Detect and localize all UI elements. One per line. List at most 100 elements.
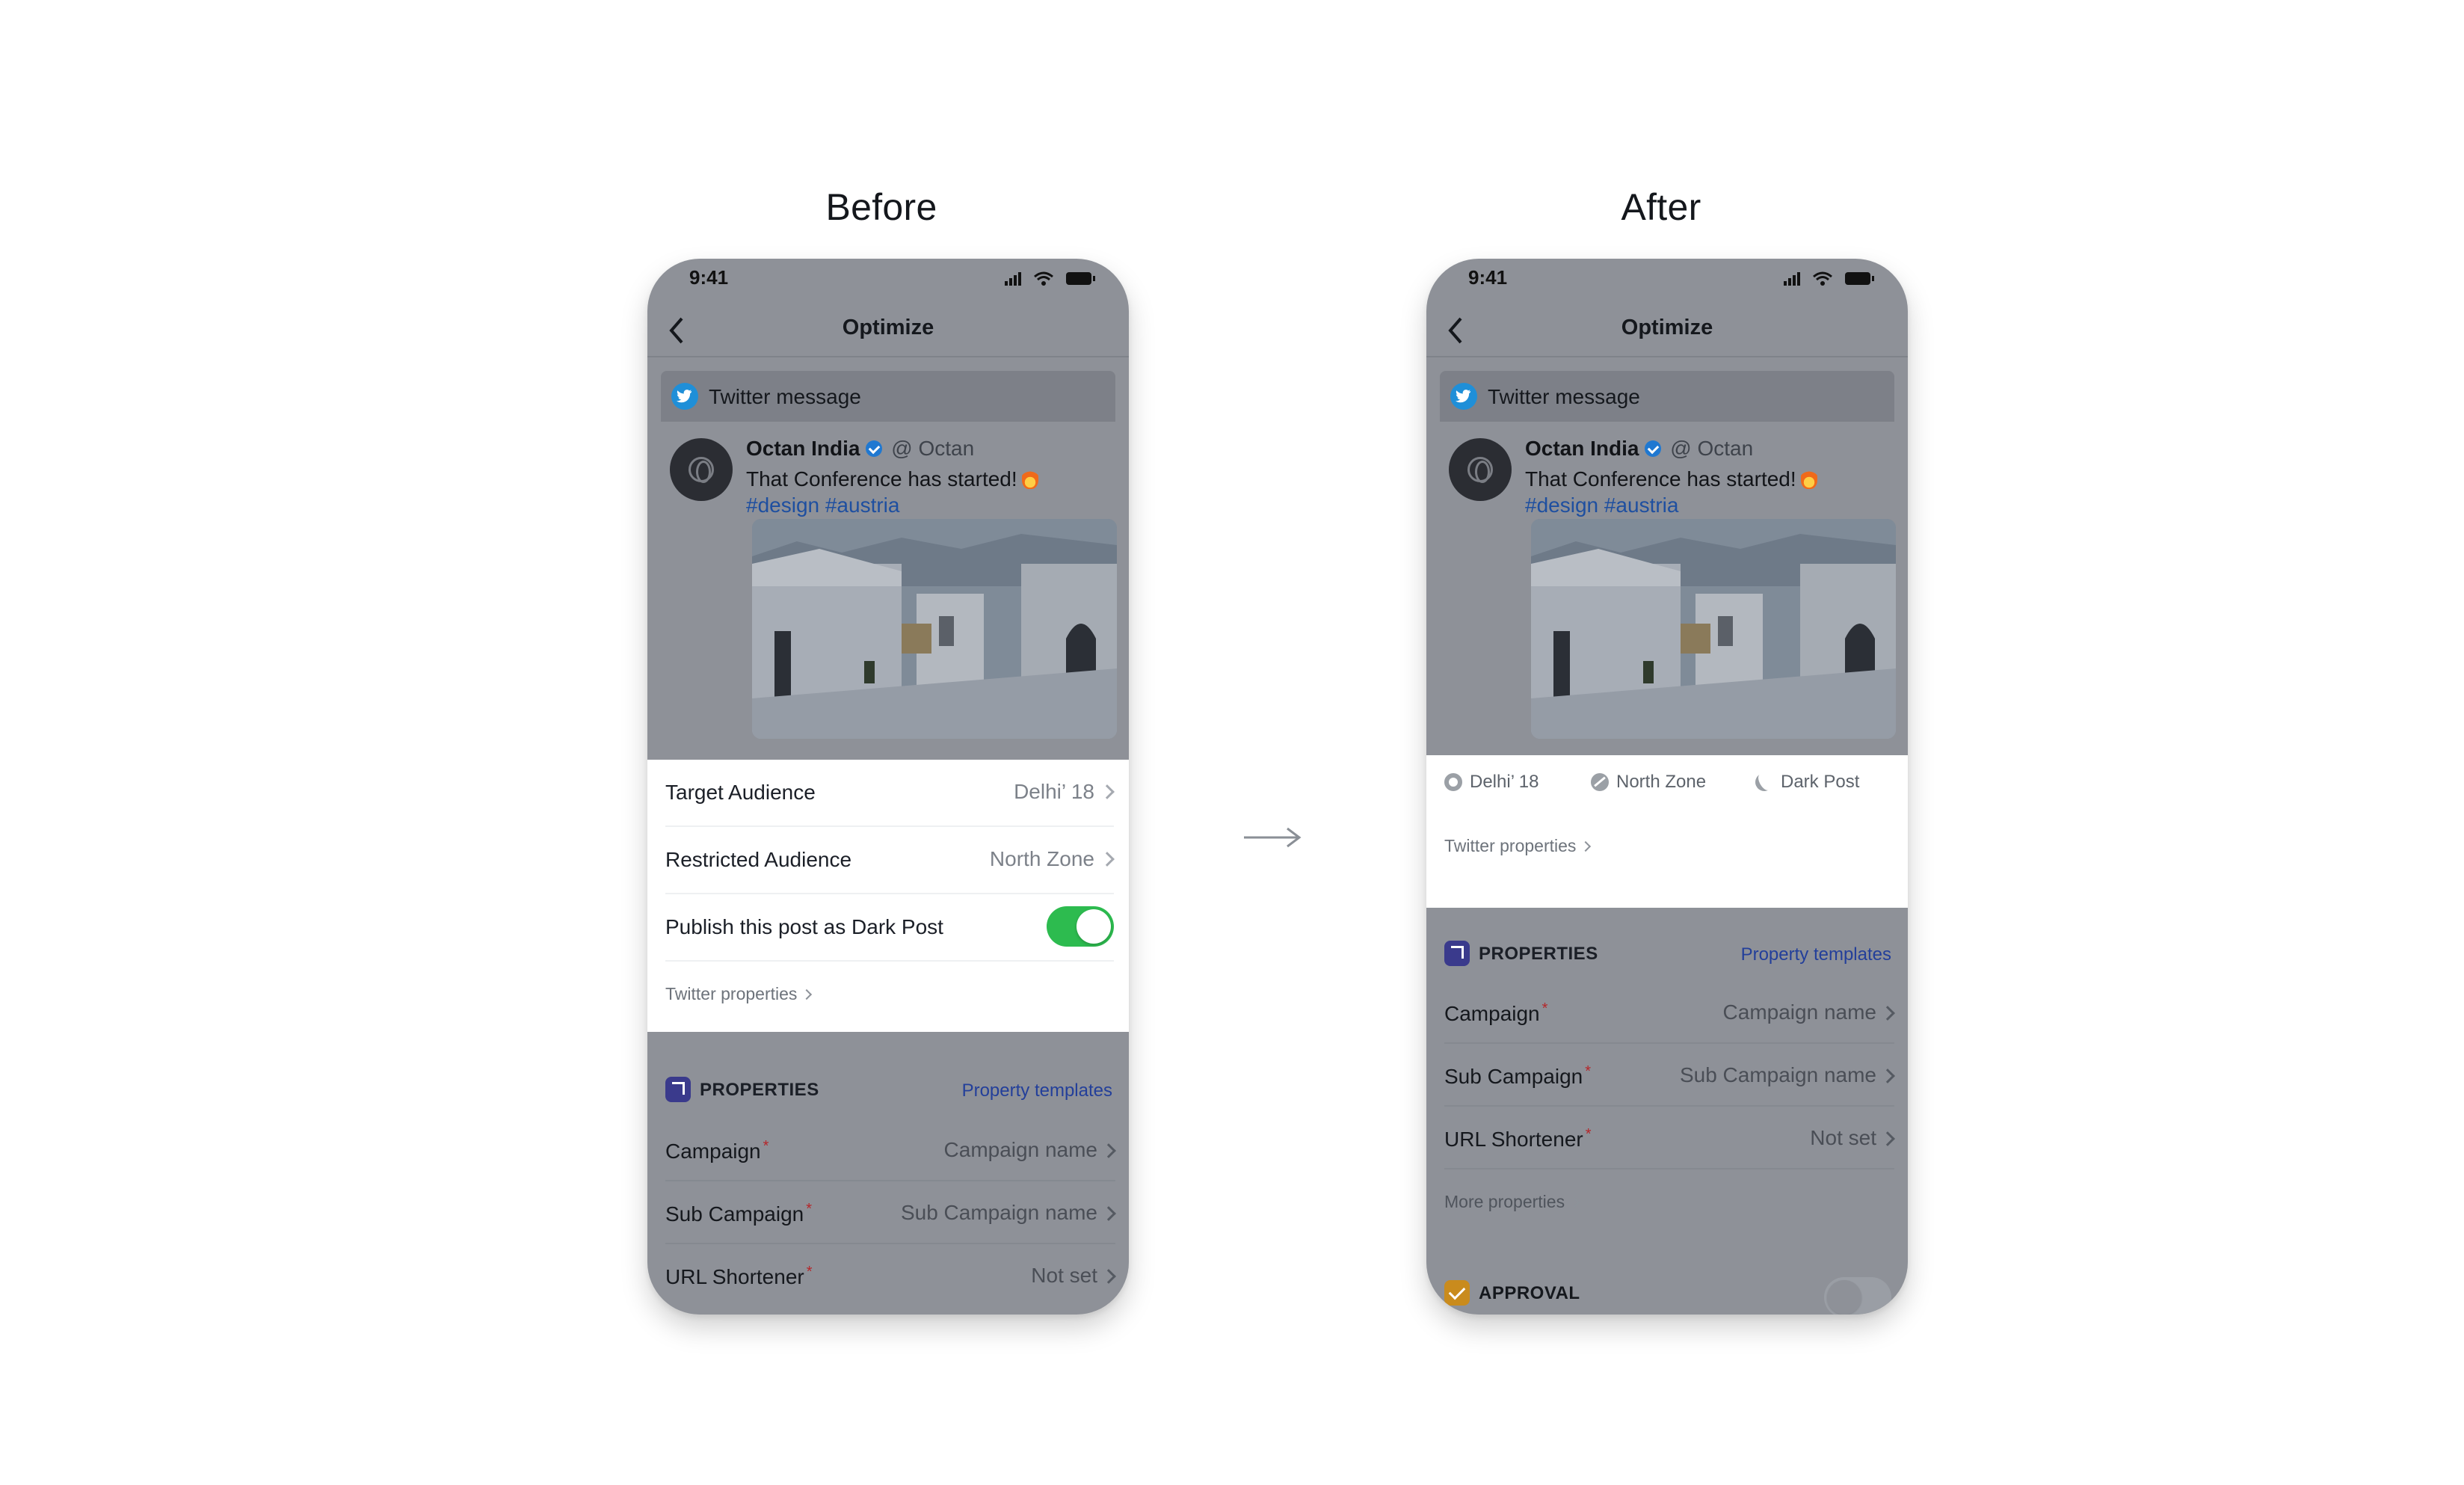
properties-header: PROPERTIES Property templates: [665, 1074, 1112, 1110]
chevron-right-icon: [1880, 1006, 1895, 1021]
more-properties-label: More properties: [1444, 1192, 1565, 1211]
campaign-row[interactable]: Campaign * Campaign name: [665, 1119, 1116, 1181]
restricted-audience-label: Restricted Audience: [665, 848, 852, 871]
chip-restricted-audience-label: North Zone: [1616, 772, 1707, 792]
toggle-knob: [1077, 909, 1111, 944]
target-audience-label: Target Audience: [665, 781, 816, 804]
url-shortener-label-text: URL Shortener: [665, 1265, 804, 1288]
required-mark: *: [1585, 1126, 1592, 1143]
campaign-row[interactable]: Campaign * Campaign name: [1444, 981, 1895, 1044]
audience-summary-panel: Delhi’ 18 North Zone Dark Post Twitter p…: [1426, 755, 1908, 908]
target-audience-row[interactable]: Target Audience Delhi’ 18: [665, 760, 1115, 827]
properties-title: PROPERTIES: [1479, 944, 1598, 964]
tweet-text: That Conference has started!: [746, 467, 1038, 491]
twitter-message-header: Twitter message: [661, 371, 1115, 422]
tweet-author: Octan India @ Octan: [746, 437, 974, 461]
url-shortener-value: Not set: [1031, 1264, 1097, 1287]
tweet-author: Octan India @ Octan: [1525, 437, 1753, 461]
sub-campaign-row[interactable]: Sub Campaign * Sub Campaign name: [1444, 1044, 1895, 1107]
dark-post-toggle[interactable]: [1047, 906, 1114, 947]
nav-bar: Optimize: [647, 301, 1129, 357]
chip-restricted-audience[interactable]: North Zone: [1591, 772, 1706, 793]
signal-wifi-battery-icon: [1005, 271, 1095, 286]
twitter-icon: [1450, 383, 1477, 410]
before-phone: 9:41 Optimize Twitter message Octan Indi…: [647, 259, 1129, 1315]
chevron-right-icon: [801, 989, 813, 1000]
tweet-text-content: That Conference has started!: [1525, 467, 1796, 491]
url-shortener-label-text: URL Shortener: [1444, 1128, 1583, 1151]
url-shortener-label: URL Shortener *: [1444, 1126, 1592, 1152]
after-heading: After: [1621, 186, 1701, 228]
properties-title: PROPERTIES: [700, 1080, 819, 1100]
signal-wifi-battery-icon: [1784, 271, 1874, 286]
avatar: [670, 438, 733, 501]
dark-post-row: Publish this post as Dark Post: [665, 894, 1114, 962]
twitter-message-label: Twitter message: [709, 385, 861, 408]
sub-campaign-row[interactable]: Sub Campaign * Sub Campaign name: [665, 1181, 1116, 1244]
url-shortener-row[interactable]: URL Shortener * Not set: [1444, 1107, 1895, 1169]
chevron-right-icon: [1100, 784, 1115, 799]
tweet-hashtags[interactable]: #design #austria: [746, 494, 899, 517]
octan-logo-icon: [689, 457, 714, 483]
properties-icon: [665, 1077, 691, 1102]
tweet-image: [752, 519, 1117, 739]
tweet-image: [1531, 519, 1896, 739]
restricted-zone-icon: [1591, 773, 1609, 791]
author-handle: @ Octan: [891, 437, 975, 460]
url-shortener-value: Not set: [1810, 1126, 1876, 1149]
chevron-right-icon: [1880, 1131, 1895, 1146]
url-shortener-row[interactable]: URL Shortener * Not set: [665, 1244, 1116, 1307]
property-templates-link[interactable]: Property templates: [1741, 944, 1891, 965]
campaign-label: Campaign *: [665, 1138, 769, 1163]
toggle-knob: [1827, 1280, 1861, 1315]
sub-campaign-value: Sub Campaign name: [900, 1201, 1097, 1224]
nav-bar: Optimize: [1426, 301, 1908, 357]
fire-emoji-icon: [1021, 467, 1038, 489]
required-mark: *: [806, 1201, 813, 1217]
approval-title: APPROVAL: [1479, 1283, 1580, 1303]
approval-header: APPROVAL: [1444, 1277, 1891, 1315]
tweet-preview: Octan India @ Octan That Conference has …: [1440, 422, 1896, 748]
right-arrow-icon: [1244, 827, 1302, 848]
restricted-audience-value: North Zone: [989, 847, 1094, 870]
campaign-value: Campaign name: [1722, 1000, 1876, 1024]
target-audience-value: Delhi’ 18: [1014, 780, 1094, 803]
octan-logo-icon: [1467, 457, 1493, 483]
chip-target-audience[interactable]: Delhi’ 18: [1444, 772, 1539, 793]
sub-campaign-label: Sub Campaign *: [665, 1201, 812, 1226]
twitter-properties-label: Twitter properties: [1444, 836, 1577, 855]
chevron-right-icon: [1580, 840, 1592, 852]
campaign-value: Campaign name: [943, 1138, 1097, 1161]
url-shortener-label: URL Shortener *: [665, 1264, 813, 1289]
campaign-label: Campaign *: [1444, 1000, 1547, 1026]
properties-icon: [1444, 941, 1470, 966]
verified-badge-icon: [866, 440, 883, 457]
chevron-right-icon: [1100, 852, 1115, 867]
chevron-right-icon: [1569, 1196, 1580, 1208]
comparison-stage: Before After 9:41 Optimize Twitter messa…: [0, 0, 2464, 1485]
approval-check-icon: [1444, 1280, 1470, 1306]
properties-header: PROPERTIES Property templates: [1444, 938, 1891, 974]
sub-campaign-label: Sub Campaign *: [1444, 1063, 1591, 1089]
property-templates-link[interactable]: Property templates: [962, 1080, 1112, 1101]
audience-panel: Target Audience Delhi’ 18 Restricted Aud…: [647, 760, 1129, 1032]
more-properties-link[interactable]: More properties: [1444, 1192, 1580, 1212]
chip-dark-post-label: Dark Post: [1781, 772, 1860, 792]
campaign-label-text: Campaign: [665, 1140, 761, 1163]
approval-toggle[interactable]: [1824, 1277, 1891, 1315]
page-title: Optimize: [842, 316, 934, 339]
twitter-properties-link[interactable]: Twitter properties: [665, 984, 813, 1004]
tweet-preview: Octan India @ Octan That Conference has …: [661, 422, 1117, 748]
restricted-audience-row[interactable]: Restricted Audience North Zone: [665, 827, 1115, 894]
sub-campaign-value: Sub Campaign name: [1679, 1063, 1876, 1086]
verified-badge-icon: [1645, 440, 1662, 457]
fire-emoji-icon: [1800, 467, 1817, 489]
avatar: [1449, 438, 1512, 501]
after-phone: 9:41 Optimize Twitter message Octan Indi…: [1426, 259, 1908, 1315]
twitter-properties-link[interactable]: Twitter properties: [1444, 836, 1592, 856]
moon-icon: [1752, 769, 1777, 795]
chip-dark-post[interactable]: Dark Post: [1752, 769, 1860, 795]
twitter-message-label: Twitter message: [1488, 385, 1640, 408]
page-title: Optimize: [1621, 316, 1713, 339]
tweet-hashtags[interactable]: #design #austria: [1525, 494, 1678, 517]
